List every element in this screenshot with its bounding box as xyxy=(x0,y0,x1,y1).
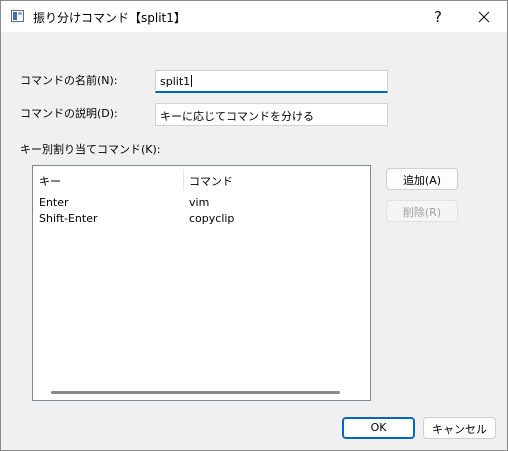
delete-button[interactable]: 削除(R) xyxy=(386,200,458,222)
column-header-command[interactable]: コマンド xyxy=(183,166,370,193)
column-header-key[interactable]: キー xyxy=(33,166,183,193)
description-field[interactable]: キーに応じてコマンドを分ける xyxy=(155,103,388,126)
horizontal-scrollbar[interactable] xyxy=(34,387,369,399)
ok-button[interactable]: OK xyxy=(342,417,415,439)
description-label: コマンドの説明(D): xyxy=(20,107,118,120)
row-key: Enter xyxy=(39,196,69,209)
key-command-list[interactable]: キー コマンド Enter vim Shift-Enter copyclip xyxy=(32,165,371,401)
close-button[interactable] xyxy=(461,1,507,32)
description-field-value: キーに応じてコマンドを分ける xyxy=(160,110,314,123)
name-field-value: split1 xyxy=(160,75,191,88)
name-label: コマンドの名前(N): xyxy=(20,74,118,87)
title-bar: 振り分けコマンド【split1】 ? xyxy=(1,1,507,32)
add-button[interactable]: 追加(A) xyxy=(386,168,458,190)
scrollbar-thumb[interactable] xyxy=(51,391,340,394)
list-header: キー コマンド xyxy=(33,166,370,193)
cancel-button[interactable]: キャンセル xyxy=(423,417,496,439)
key-command-list-label: キー別割り当てコマンド(K): xyxy=(20,143,161,156)
window-title: 振り分けコマンド【split1】 xyxy=(33,11,186,25)
list-row[interactable]: Enter vim xyxy=(33,194,370,211)
row-command: copyclip xyxy=(189,212,235,225)
dialog-window: 振り分けコマンド【split1】 ? コマンドの名前(N): split1 コマ… xyxy=(0,0,508,451)
row-command: vim xyxy=(189,196,210,209)
list-row[interactable]: Shift-Enter copyclip xyxy=(33,210,370,227)
help-button[interactable]: ? xyxy=(415,1,461,32)
app-window-icon xyxy=(11,10,24,22)
text-caret xyxy=(191,75,193,87)
row-key: Shift-Enter xyxy=(39,212,98,225)
close-icon xyxy=(478,11,490,22)
name-field[interactable]: split1 xyxy=(155,70,388,93)
